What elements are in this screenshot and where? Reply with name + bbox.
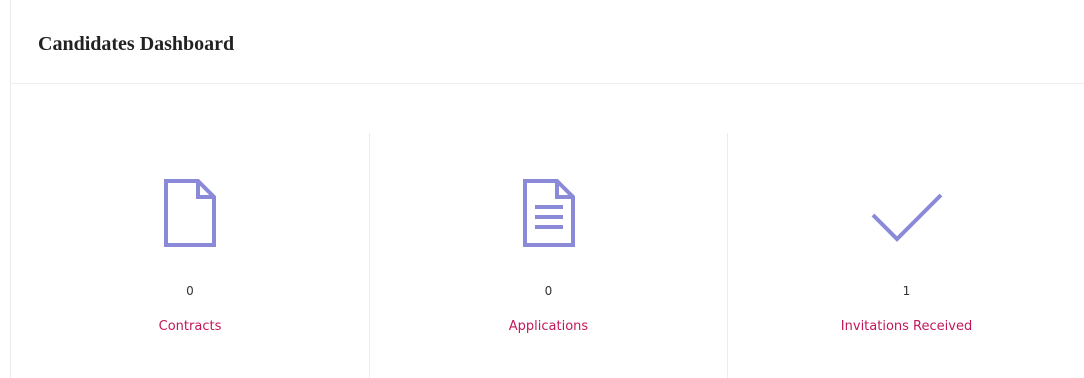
stat-applications: 0 Applications xyxy=(369,133,727,378)
dashboard-panel: Candidates Dashboard 0 Contracts 0 Appli… xyxy=(10,0,1084,378)
checkmark-icon xyxy=(867,177,947,249)
page-title: Candidates Dashboard xyxy=(38,33,235,55)
stats-row: 0 Contracts 0 Applications 1 Invitations… xyxy=(11,133,1084,378)
file-icon xyxy=(150,177,230,249)
stat-count: 0 xyxy=(544,284,553,298)
stat-count: 1 xyxy=(902,284,911,298)
stat-count: 0 xyxy=(186,284,194,298)
applications-link[interactable]: Applications xyxy=(370,319,727,334)
stat-invitations: 1 Invitations Received xyxy=(727,133,1084,378)
panel-header: Candidates Dashboard xyxy=(11,0,1084,84)
stat-contracts: 0 Contracts xyxy=(11,133,369,378)
document-lines-icon xyxy=(509,177,589,249)
invitations-received-link[interactable]: Invitations Received xyxy=(728,319,1084,334)
contracts-link[interactable]: Contracts xyxy=(11,319,369,334)
